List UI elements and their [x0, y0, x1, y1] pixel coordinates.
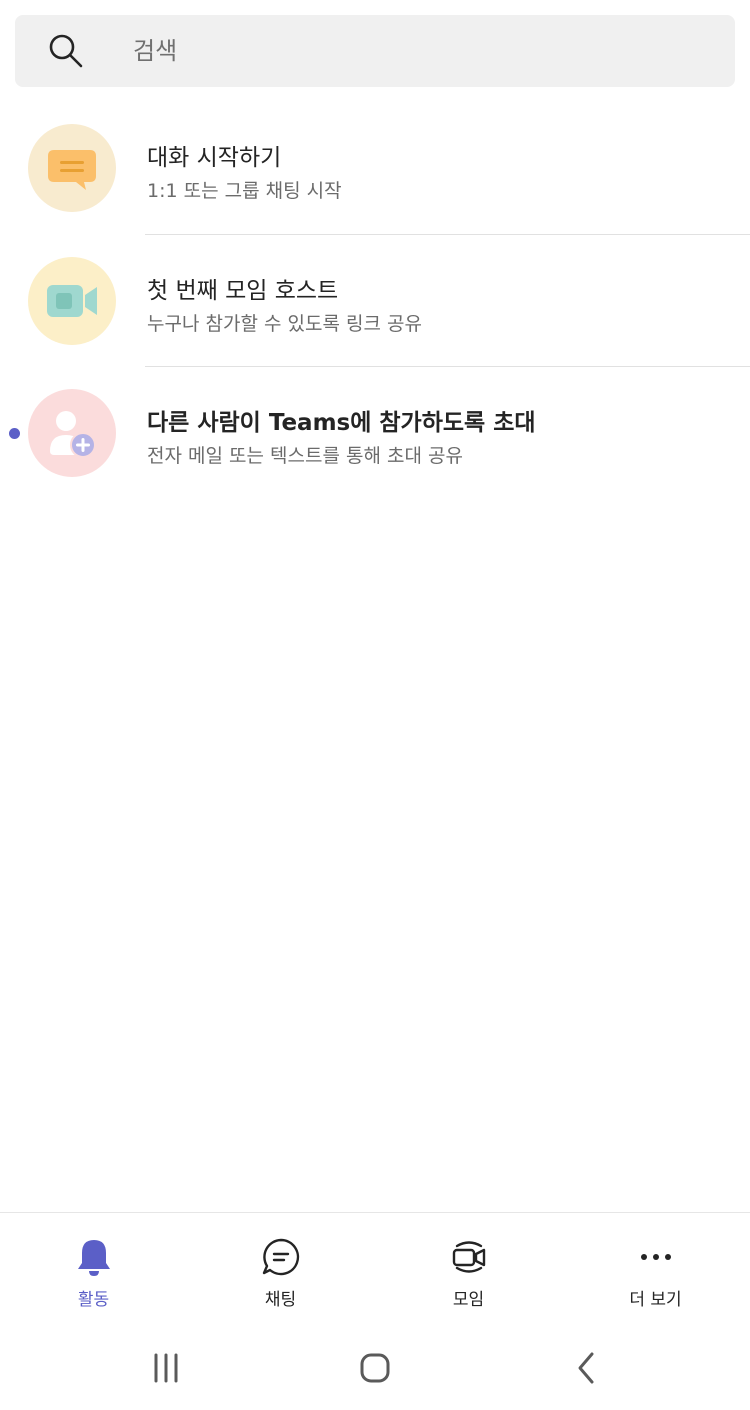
bottom-nav: 활동 채팅 모임 더 보기 [0, 1212, 750, 1324]
tab-more[interactable]: 더 보기 [562, 1213, 749, 1325]
more-icon [640, 1254, 671, 1260]
bell-icon [77, 1240, 110, 1276]
chat-icon [262, 1238, 299, 1276]
back-icon[interactable] [564, 1346, 608, 1390]
recents-icon[interactable] [144, 1346, 188, 1390]
item-subtitle: 누구나 참가할 수 있도록 링크 공유 [147, 313, 422, 335]
tab-label: 활동 [77, 1290, 110, 1310]
list-item-host-meeting[interactable]: 첫 번째 모임 호스트 누구나 참가할 수 있도록 링크 공유 [0, 235, 750, 367]
search-bar[interactable]: 검색 [15, 15, 735, 87]
item-title: 대화 시작하기 [147, 145, 282, 171]
meeting-icon [452, 1241, 485, 1273]
add-person-icon [50, 411, 96, 458]
home-icon[interactable] [353, 1346, 397, 1390]
search-icon [49, 34, 83, 68]
avatar [28, 257, 116, 345]
tab-label: 모임 [452, 1290, 485, 1310]
item-title: 첫 번째 모임 호스트 [147, 278, 339, 304]
chat-bubble-icon [48, 150, 96, 190]
tab-chat[interactable]: 채팅 [187, 1213, 374, 1325]
list-item-start-chat[interactable]: 대화 시작하기 1:1 또는 그룹 채팅 시작 [0, 102, 750, 234]
video-camera-icon [47, 285, 97, 317]
tab-label: 더 보기 [629, 1290, 682, 1310]
item-title: 다른 사람이 Teams에 참가하도록 초대 [147, 410, 536, 436]
system-nav-bar [0, 1324, 750, 1410]
avatar [28, 124, 116, 212]
tab-meetings[interactable]: 모임 [375, 1213, 562, 1325]
list-item-invite[interactable]: 다른 사람이 Teams에 참가하도록 초대 전자 메일 또는 텍스트를 통해 … [0, 367, 750, 499]
tab-label: 채팅 [264, 1290, 297, 1310]
avatar [28, 389, 116, 477]
unread-dot [9, 428, 20, 439]
item-subtitle: 전자 메일 또는 텍스트를 통해 초대 공유 [147, 445, 463, 467]
item-subtitle: 1:1 또는 그룹 채팅 시작 [147, 180, 342, 202]
tab-activity[interactable]: 활동 [0, 1213, 187, 1325]
search-input[interactable]: 검색 [133, 15, 177, 87]
